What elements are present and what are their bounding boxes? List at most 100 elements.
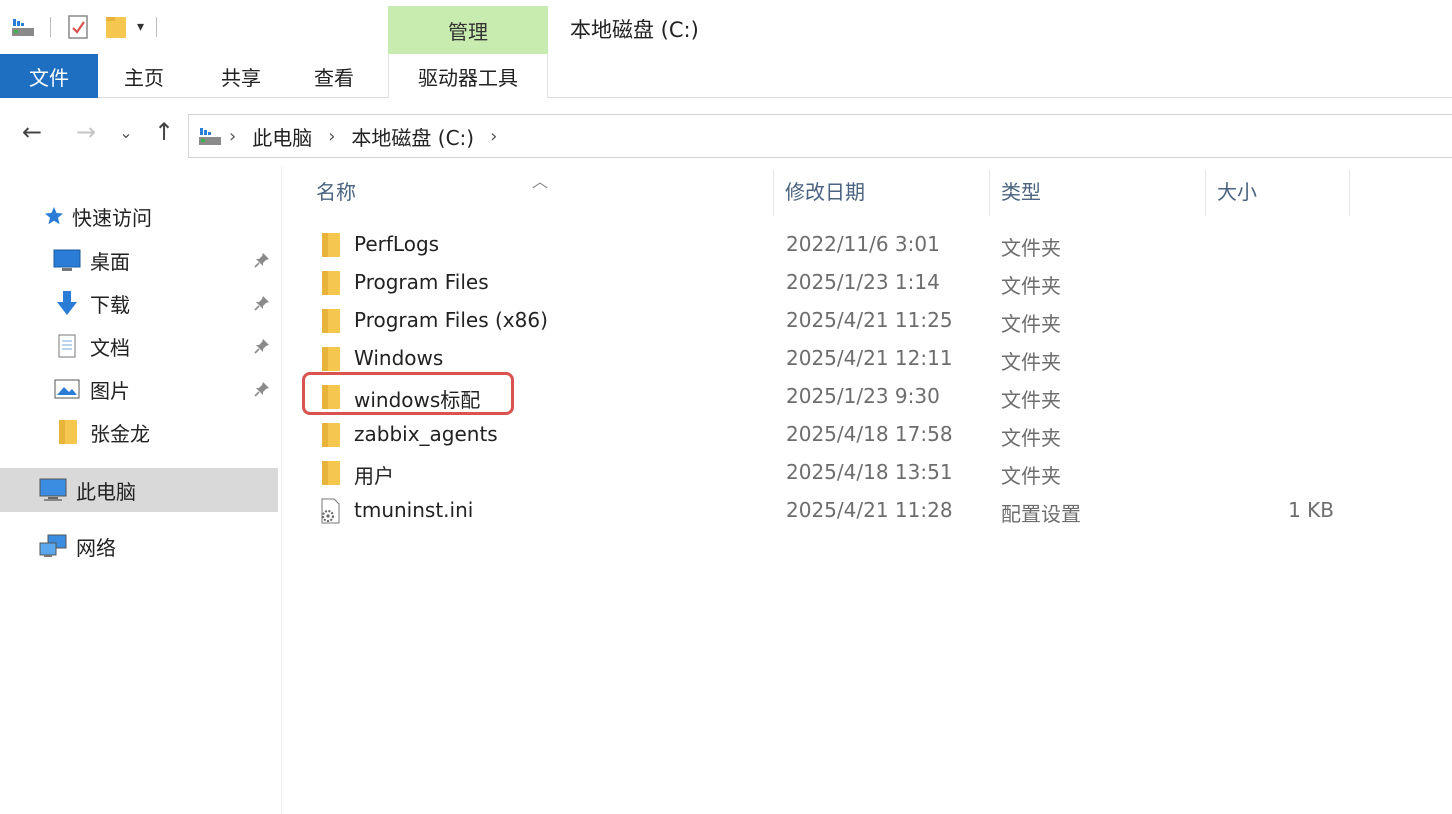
file-row[interactable]: Windows 2025/4/21 12:11 文件夹 <box>314 341 1354 377</box>
computer-icon <box>38 475 68 505</box>
file-name: Program Files <box>354 270 489 294</box>
nav-label: 网络 <box>76 535 116 560</box>
ribbon-tabs: 文件 主页 共享 查看 驱动器工具 <box>0 54 1452 98</box>
star-icon <box>42 201 66 231</box>
pin-icon[interactable] <box>252 250 272 270</box>
file-list: ︿ 名称 修改日期 类型 大小 PerfLogs 2022/11/6 3:01 … <box>296 166 1452 814</box>
customize-toolbar-icon[interactable]: ▾ <box>137 19 144 35</box>
navigation-pane: 快速访问 桌面 下载 文档 图片 张金龙 此电脑 网络 <box>0 166 282 814</box>
back-arrow-icon[interactable]: ← <box>14 114 50 150</box>
file-date: 2025/1/23 1:14 <box>786 270 940 294</box>
file-date: 2025/4/21 11:28 <box>786 498 953 522</box>
file-date: 2025/4/21 12:11 <box>786 346 953 370</box>
file-type: 文件夹 <box>1001 274 1061 298</box>
tab-file[interactable]: 文件 <box>0 54 98 98</box>
column-divider[interactable] <box>1205 170 1206 216</box>
nav-item-folder[interactable]: 张金龙 <box>0 412 278 452</box>
file-row[interactable]: windows标配 2025/1/23 9:30 文件夹 <box>314 379 1354 415</box>
column-divider[interactable] <box>773 170 774 216</box>
folder-icon <box>318 307 346 335</box>
toolbar-separator <box>156 17 158 37</box>
properties-icon[interactable] <box>63 12 93 42</box>
file-type: 文件夹 <box>1001 236 1061 260</box>
file-type: 配置设置 <box>1001 502 1081 526</box>
file-row[interactable]: PerfLogs 2022/11/6 3:01 文件夹 <box>314 227 1354 263</box>
file-date: 2025/4/21 11:25 <box>786 308 953 332</box>
folder-icon <box>318 345 346 373</box>
file-type: 文件夹 <box>1001 426 1061 450</box>
breadcrumb-chevron-icon[interactable]: › <box>490 126 497 147</box>
file-row[interactable]: 用户 2025/4/18 13:51 文件夹 <box>314 455 1354 491</box>
pin-icon[interactable] <box>252 336 272 356</box>
window-title: 本地磁盘 (C:) <box>570 18 699 42</box>
column-header-date[interactable]: 修改日期 <box>785 166 985 214</box>
nav-item-network[interactable]: 网络 <box>0 526 278 566</box>
file-name: Windows <box>354 346 444 370</box>
column-header-name[interactable]: 名称 <box>316 166 771 214</box>
column-header-size[interactable]: 大小 <box>1217 166 1347 214</box>
column-divider[interactable] <box>1349 170 1350 216</box>
forward-arrow-icon[interactable]: → <box>68 114 104 150</box>
nav-label: 下载 <box>90 292 130 317</box>
nav-label: 文档 <box>90 335 130 360</box>
column-header-type[interactable]: 类型 <box>1001 166 1201 214</box>
nav-quick-access[interactable]: 快速访问 <box>0 196 278 236</box>
nav-label: 快速访问 <box>72 205 152 230</box>
nav-item-pictures[interactable]: 图片 <box>0 369 278 409</box>
nav-item-this-pc[interactable]: 此电脑 <box>0 468 278 512</box>
breadcrumb-local-disk[interactable]: 本地磁盘 (C:) <box>351 122 474 151</box>
file-name: windows标配 <box>354 388 481 412</box>
nav-item-downloads[interactable]: 下载 <box>0 283 278 323</box>
pin-icon[interactable] <box>252 379 272 399</box>
nav-label: 桌面 <box>90 249 130 274</box>
nav-label: 此电脑 <box>76 479 136 504</box>
file-date: 2025/4/18 13:51 <box>786 460 953 484</box>
up-arrow-icon[interactable]: ↑ <box>146 114 182 150</box>
file-type: 文件夹 <box>1001 350 1061 374</box>
manage-context-header: 管理 <box>388 6 548 54</box>
breadcrumb-chevron-icon[interactable]: › <box>328 126 335 147</box>
column-divider[interactable] <box>989 170 990 216</box>
nav-item-documents[interactable]: 文档 <box>0 326 278 366</box>
tab-share[interactable]: 共享 <box>205 54 277 98</box>
drive-icon[interactable] <box>8 12 38 42</box>
address-bar[interactable]: › 此电脑 › 本地磁盘 (C:) › <box>188 114 1452 158</box>
folder-icon <box>52 417 82 447</box>
recent-locations-chevron-icon[interactable]: ⌄ <box>114 114 138 150</box>
nav-item-desktop[interactable]: 桌面 <box>0 240 278 280</box>
nav-label: 张金龙 <box>90 421 150 446</box>
file-row[interactable]: tmuninst.ini 2025/4/21 11:28 配置设置 1 KB <box>314 493 1354 529</box>
tab-home[interactable]: 主页 <box>108 54 180 98</box>
file-row[interactable]: Program Files 2025/1/23 1:14 文件夹 <box>314 265 1354 301</box>
pin-icon[interactable] <box>252 293 272 313</box>
file-name: 用户 <box>354 464 394 488</box>
folder-icon <box>318 231 346 259</box>
document-icon <box>52 331 82 361</box>
tab-drive-tools[interactable]: 驱动器工具 <box>388 54 548 98</box>
pictures-icon <box>52 374 82 404</box>
file-type: 文件夹 <box>1001 388 1061 412</box>
file-date: 2022/11/6 3:01 <box>786 232 940 256</box>
new-folder-icon[interactable] <box>101 12 131 42</box>
tab-view[interactable]: 查看 <box>298 54 370 98</box>
file-name: PerfLogs <box>354 232 440 256</box>
folder-icon <box>318 421 346 449</box>
navigation-bar: ← → ⌄ ↑ › 此电脑 › 本地磁盘 (C:) › <box>0 104 1452 160</box>
file-row[interactable]: zabbix_agents 2025/4/18 17:58 文件夹 <box>314 417 1354 453</box>
breadcrumb-this-pc[interactable]: 此电脑 <box>252 122 312 151</box>
file-row[interactable]: Program Files (x86) 2025/4/21 11:25 文件夹 <box>314 303 1354 339</box>
toolbar-separator <box>50 17 51 37</box>
file-type: 文件夹 <box>1001 312 1061 336</box>
file-date: 2025/1/23 9:30 <box>786 384 940 408</box>
folder-icon <box>318 269 346 297</box>
file-size: 1 KB <box>1288 498 1334 522</box>
folder-icon <box>318 383 346 411</box>
folder-icon <box>318 459 346 487</box>
download-icon <box>52 288 82 318</box>
file-date: 2025/4/18 17:58 <box>786 422 953 446</box>
settings-file-icon <box>318 497 346 525</box>
file-name: Program Files (x86) <box>354 308 548 332</box>
breadcrumb-chevron-icon[interactable]: › <box>229 126 236 147</box>
network-icon <box>38 531 68 561</box>
file-name: tmuninst.ini <box>354 498 474 522</box>
